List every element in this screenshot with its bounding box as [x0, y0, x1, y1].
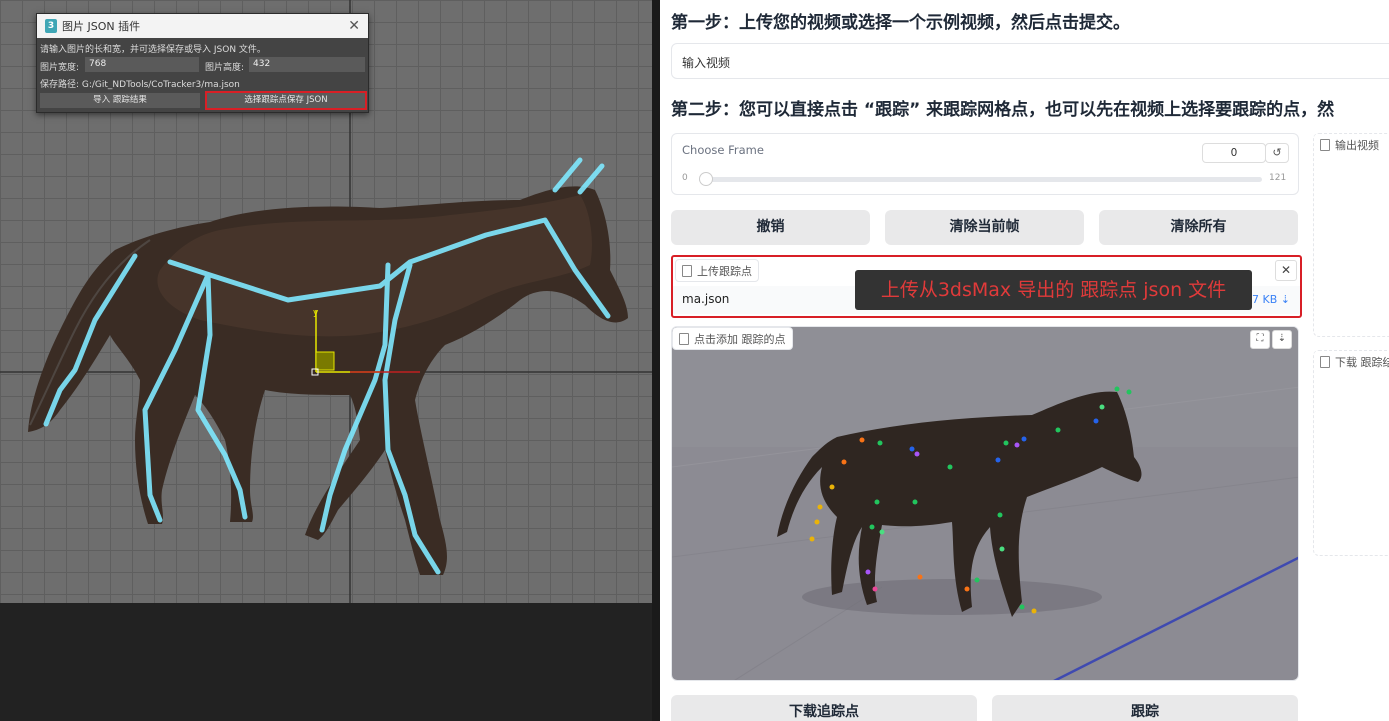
upload-points-label: 上传跟踪点	[697, 264, 752, 278]
output-video-box: 输出视频	[1313, 133, 1389, 337]
track-button[interactable]: 跟踪	[992, 695, 1298, 721]
height-label: 图片高度:	[205, 63, 245, 73]
output-video-tag: 输出视频	[1314, 134, 1385, 155]
save-path-label: 保存路径: G:/Git_NDTools/CoTracker3/ma.json	[40, 80, 240, 90]
clear-all-button[interactable]: 清除所有	[1099, 210, 1298, 245]
panel-divider	[652, 0, 660, 721]
plugin-title: 图片 JSON 插件	[62, 20, 141, 33]
download-result-label: 下载 跟踪结	[1335, 355, 1389, 369]
file-icon	[682, 264, 692, 277]
tracker-web-page: 第一步：上传您的视频或选择一个示例视频，然后点击提交。 输入视频 第二步：您可以…	[660, 0, 1389, 721]
width-field[interactable]: 768	[85, 57, 199, 72]
json-plugin-dialog: 3 图片 JSON 插件 ✕ 请输入图片的长和宽，并可选择保存或导入 JSON …	[36, 13, 369, 113]
uploaded-filename[interactable]: ma.json	[682, 292, 729, 306]
image-icon	[679, 332, 689, 345]
output-video-label: 输出视频	[1335, 138, 1379, 152]
upload-points-tag: 上传跟踪点	[675, 259, 759, 282]
download-result-tag: 下载 跟踪结	[1314, 351, 1389, 372]
video-icon	[1320, 138, 1330, 151]
step2-heading: 第二步：您可以直接点击 “跟踪” 来跟踪网格点，也可以先在视频上选择要跟踪的点，…	[671, 100, 1335, 120]
frame-slider-track[interactable]	[699, 177, 1262, 182]
svg-text:y: y	[313, 308, 319, 318]
slider-max: 121	[1269, 173, 1287, 183]
frame-slider-thumb[interactable]	[699, 172, 713, 186]
click-add-points-label: 点击添加 跟踪的点	[694, 332, 786, 346]
download-icon[interactable]: ⇣	[1272, 330, 1292, 349]
clear-current-frame-button[interactable]: 清除当前帧	[885, 210, 1084, 245]
click-add-points-tag: 点击添加 跟踪的点	[672, 327, 793, 350]
save-json-button[interactable]: 选择跟踪点保存 JSON	[205, 91, 367, 110]
video-frame-box[interactable]: 点击添加 跟踪的点 ⛶ ⇣	[671, 326, 1299, 681]
choose-frame-label: Choose Frame	[682, 143, 764, 157]
fullscreen-icon[interactable]: ⛶	[1250, 330, 1270, 349]
slider-min: 0	[682, 173, 688, 183]
height-field[interactable]: 432	[249, 57, 365, 72]
close-icon[interactable]: ✕	[1275, 260, 1297, 281]
reset-icon[interactable]: ↺	[1265, 143, 1289, 163]
import-results-button[interactable]: 导入 跟踪结果	[40, 93, 200, 108]
input-video-label: 输入视频	[682, 56, 731, 70]
horse-image	[28, 186, 628, 575]
width-label: 图片宽度:	[40, 63, 80, 73]
plugin-titlebar: 3 图片 JSON 插件 ✕	[37, 14, 368, 38]
input-video-box[interactable]: 输入视频	[671, 43, 1389, 79]
plugin-instruction: 请输入图片的长和宽，并可选择保存或导入 JSON 文件。	[40, 45, 266, 55]
file-icon	[1320, 355, 1330, 368]
viewport-footer	[0, 603, 652, 721]
frame-number-input[interactable]: 0	[1202, 143, 1266, 163]
undo-button[interactable]: 撤销	[671, 210, 870, 245]
download-result-box: 下载 跟踪结	[1313, 350, 1389, 556]
download-points-button[interactable]: 下载追踪点	[671, 695, 977, 721]
annotation-callout: 上传从3dsMax 导出的 跟踪点 json 文件	[855, 270, 1252, 310]
3dsmax-icon: 3	[45, 19, 57, 33]
close-icon[interactable]: ✕	[348, 18, 360, 34]
choose-frame-box: Choose Frame 0 ↺ 0 121	[671, 133, 1299, 195]
step1-heading: 第一步：上传您的视频或选择一个示例视频，然后点击提交。	[671, 13, 1130, 33]
max-viewport[interactable]: y 3 图片 JSON 插件 ✕ 请输入图片的长和宽，并可选择保存或导入 JSO…	[0, 0, 652, 603]
video-frame-image[interactable]	[672, 327, 1299, 681]
